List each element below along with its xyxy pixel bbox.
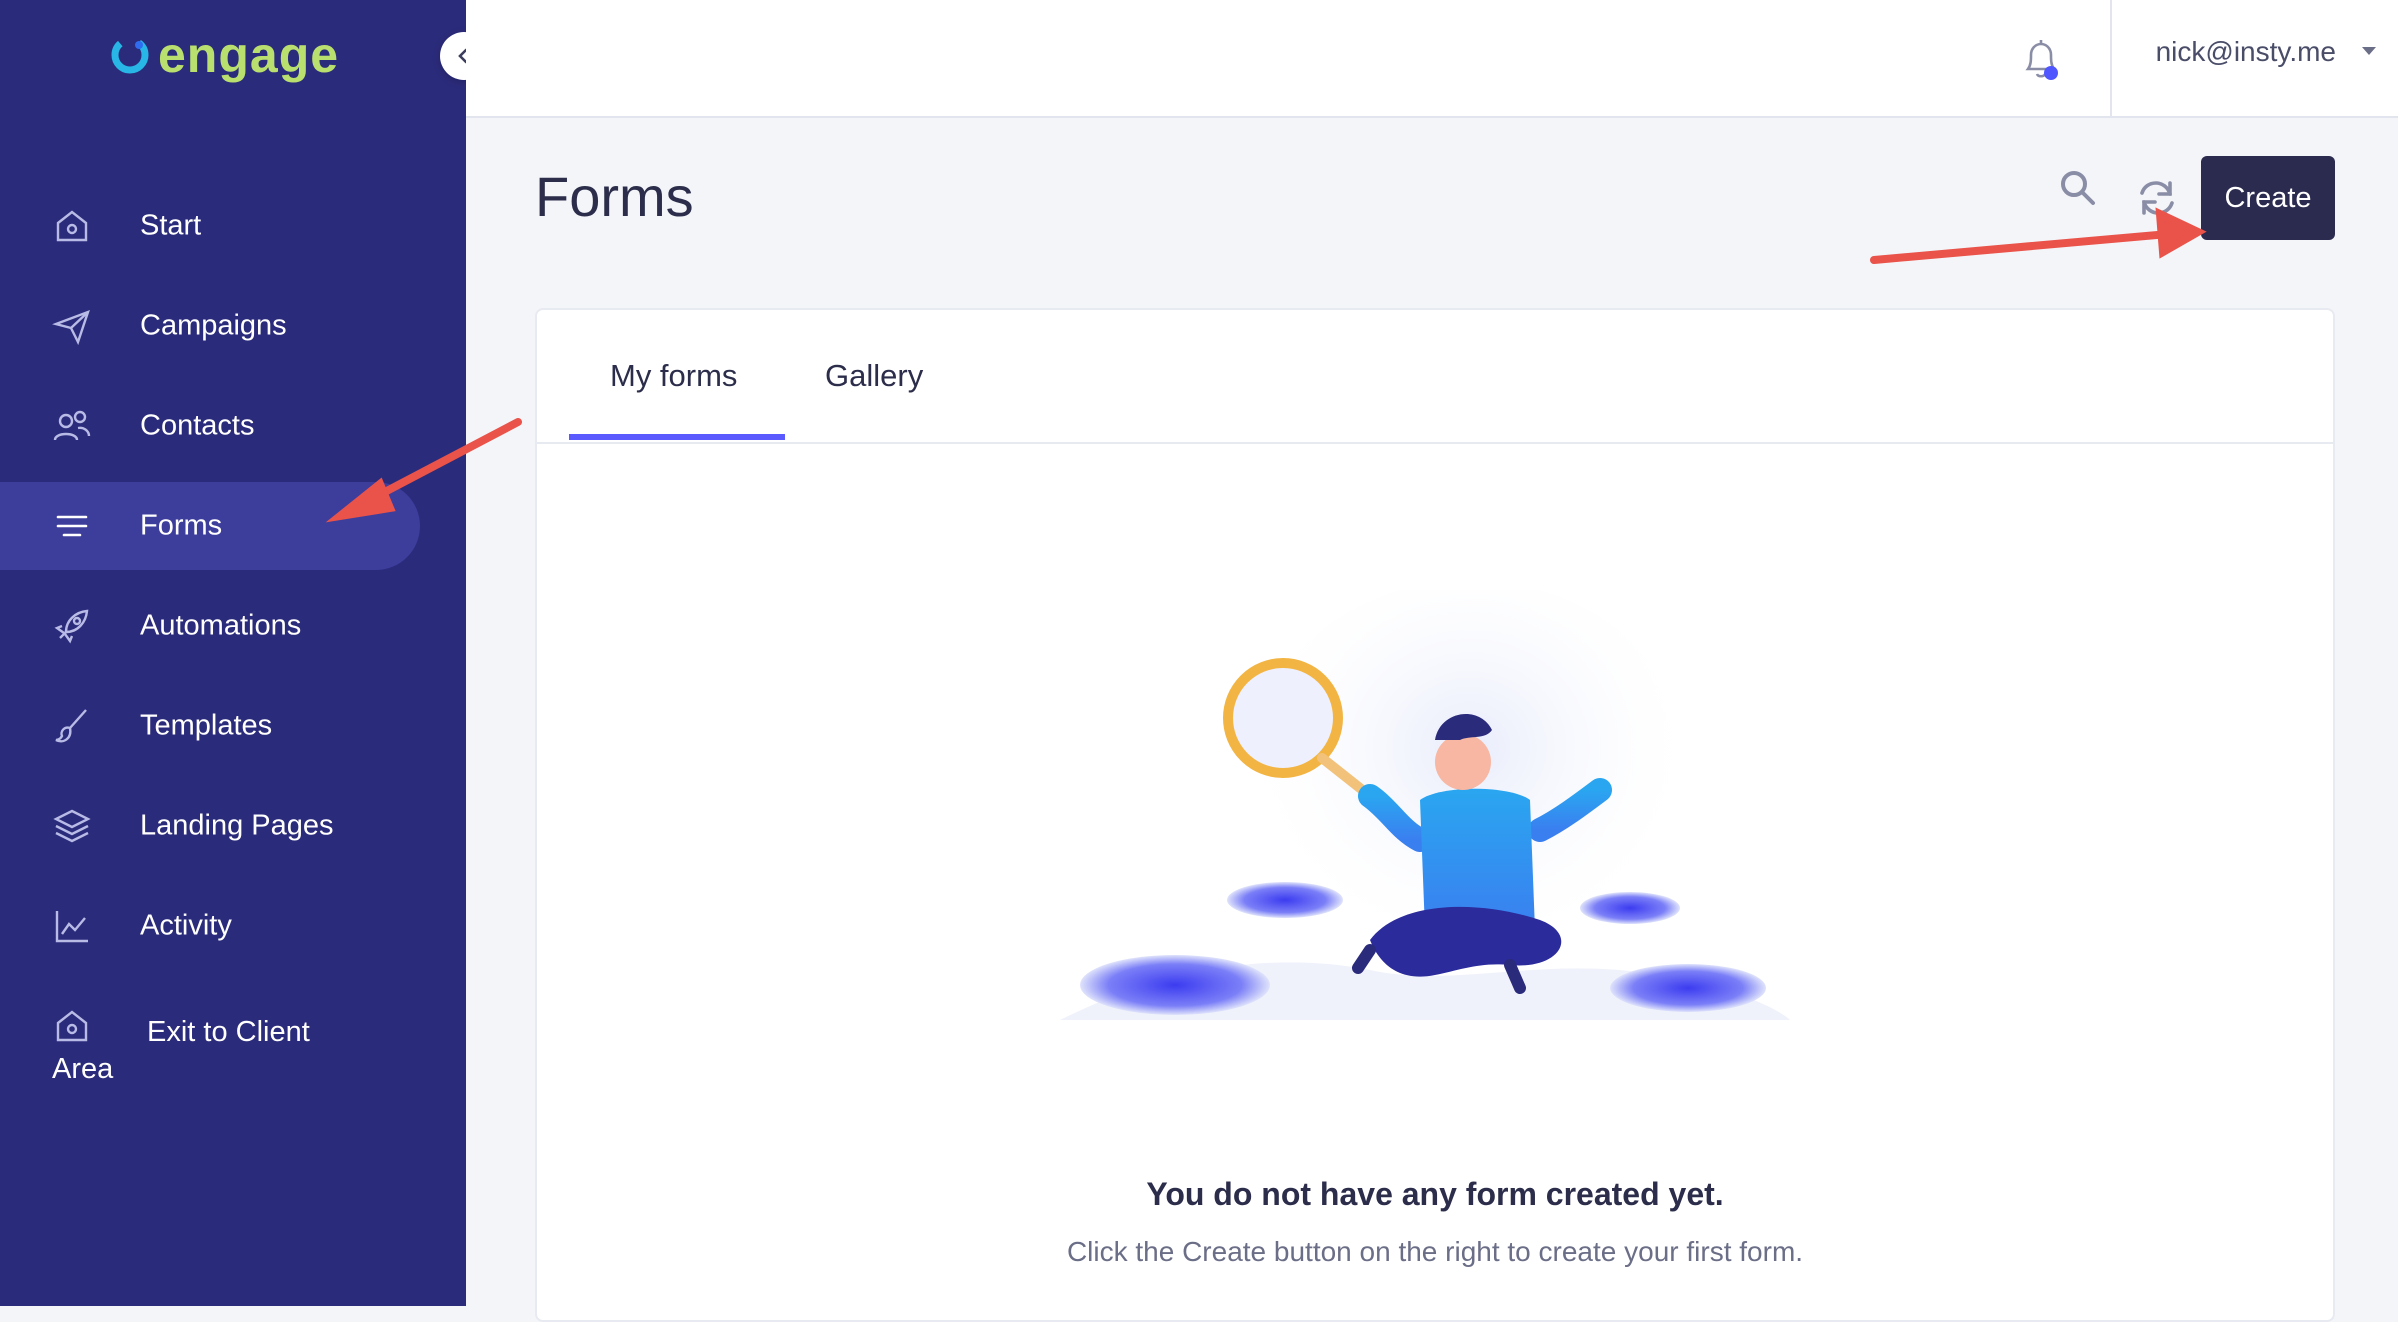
- brush-icon: [55, 709, 87, 743]
- sidebar-item-automations[interactable]: Automations: [0, 582, 420, 670]
- sidebar-item-templates[interactable]: Templates: [0, 682, 420, 770]
- sidebar-item-label: Automations: [140, 609, 302, 642]
- sidebar-item-label: Contacts: [140, 409, 255, 442]
- chart-line-icon: [55, 911, 88, 943]
- top-bar: nick@insty.me: [466, 0, 2398, 118]
- sidebar-item-activity[interactable]: Activity: [0, 882, 420, 970]
- sidebar-item-label: Templates: [140, 709, 273, 742]
- exit-label-line1: Exit to Client: [147, 1016, 310, 1048]
- tab-my-forms[interactable]: My forms: [610, 358, 737, 394]
- sidebar-item-label: Forms: [140, 509, 223, 542]
- layers-icon: [53, 809, 91, 843]
- arrow-to-create: [1870, 207, 2207, 264]
- empty-state-subtitle: Click the Create button on the right to …: [1066, 1236, 1804, 1267]
- exit-label-line2: Area: [52, 1053, 114, 1085]
- user-menu-email[interactable]: nick@insty.me: [2156, 36, 2336, 68]
- sidebar-item-label: Landing Pages: [140, 809, 334, 842]
- users-icon: [53, 410, 91, 441]
- sidebar-item-contacts[interactable]: Contacts: [0, 382, 420, 470]
- paper-plane-icon: [52, 309, 90, 346]
- brand-logo[interactable]: engage: [108, 26, 339, 84]
- menu-lines-icon: [56, 515, 88, 537]
- tab-bar: My forms Gallery: [537, 310, 2333, 444]
- home-icon: [56, 210, 88, 242]
- sidebar: engage Start Campaigns Contacts Forms Au…: [0, 0, 466, 1306]
- tab-gallery[interactable]: Gallery: [825, 358, 923, 394]
- sidebar-item-start[interactable]: Start: [0, 182, 420, 270]
- refresh-icon[interactable]: [2137, 178, 2177, 218]
- sidebar-item-landing-pages[interactable]: Landing Pages: [0, 782, 420, 870]
- sidebar-item-label: Campaigns: [140, 309, 287, 342]
- search-icon[interactable]: [2058, 168, 2098, 208]
- home-icon: [56, 1010, 88, 1042]
- sidebar-item-label: Activity: [140, 909, 232, 942]
- active-tab-indicator: [569, 434, 785, 440]
- sidebar-item-label: Start: [140, 209, 202, 242]
- rocket-icon: [54, 609, 89, 644]
- empty-state-illustration: [1060, 590, 1790, 1020]
- create-button[interactable]: Create: [2201, 156, 2335, 240]
- brand-name: engage: [158, 27, 340, 83]
- engage-logo-icon: [111, 36, 149, 74]
- sidebar-item-forms[interactable]: Forms: [0, 482, 420, 570]
- page-title: Forms: [535, 165, 694, 228]
- divider: [2110, 0, 2112, 116]
- empty-state-title: You do not have any form created yet.: [1146, 1176, 1724, 1212]
- notification-bell-icon[interactable]: [2020, 36, 2062, 82]
- caret-down-icon[interactable]: [2360, 44, 2378, 58]
- sidebar-item-campaigns[interactable]: Campaigns: [0, 282, 420, 370]
